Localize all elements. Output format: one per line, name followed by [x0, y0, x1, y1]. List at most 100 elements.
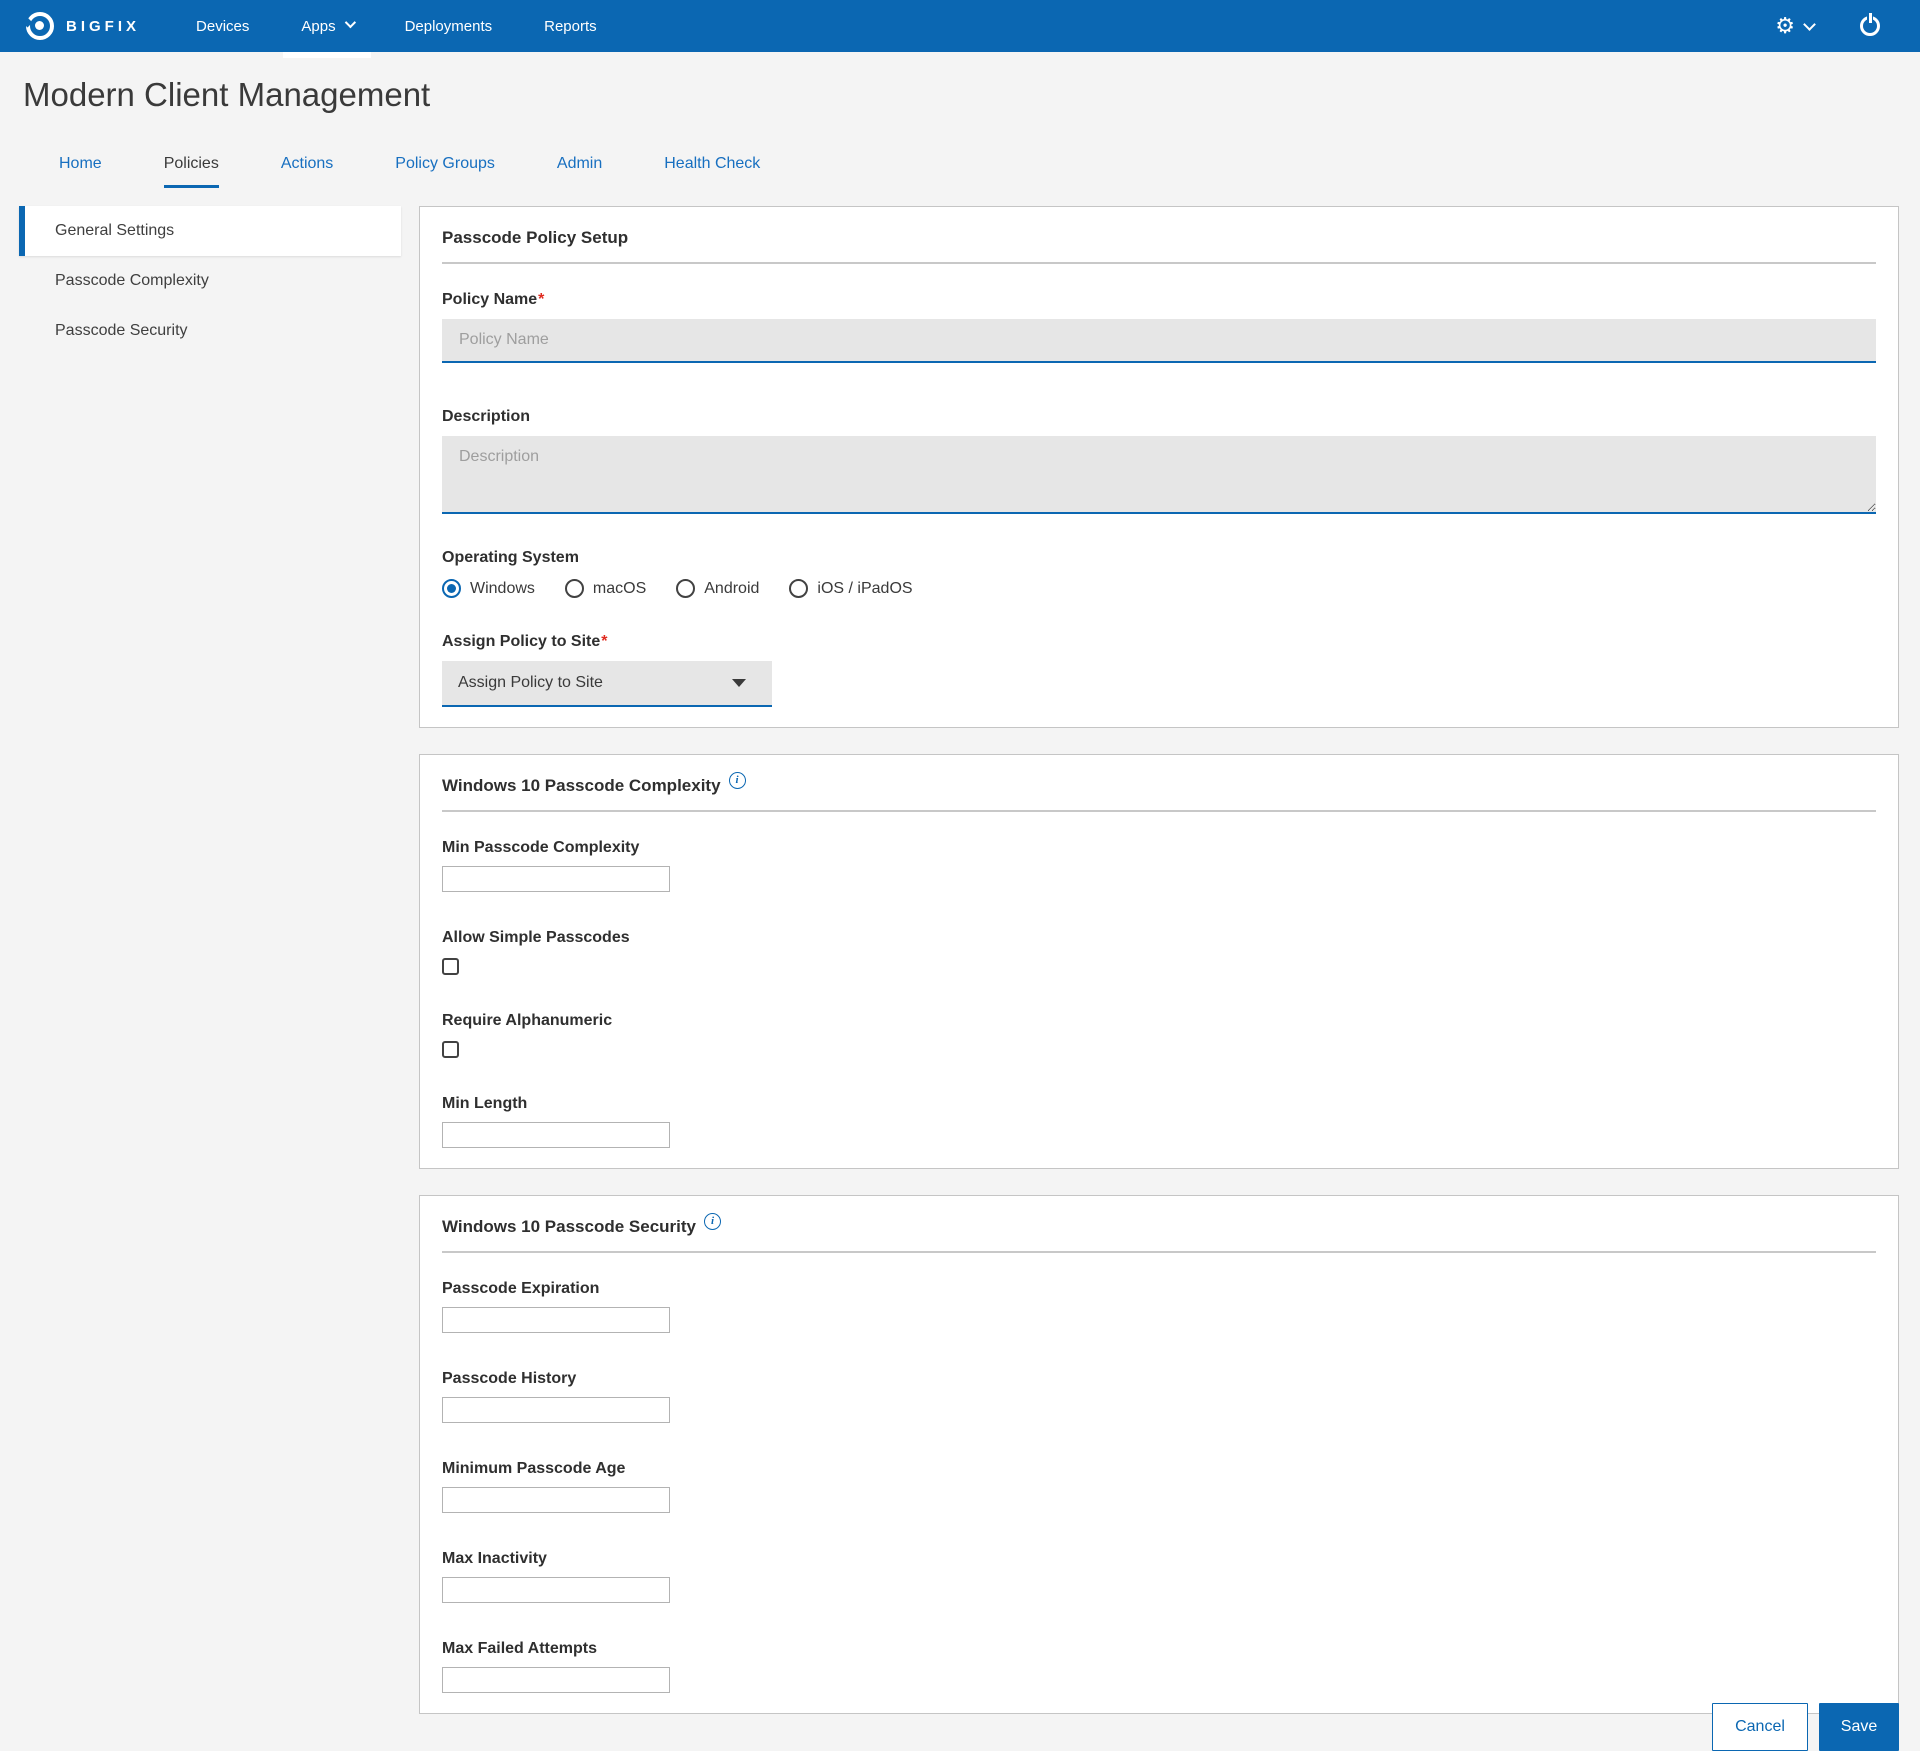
radio-icon-ios-ipados: [789, 579, 808, 598]
sidebar: General SettingsPasscode ComplexityPassc…: [19, 206, 401, 356]
policy-name-input[interactable]: [442, 319, 1876, 363]
allow-simple-passcodes-checkbox[interactable]: [442, 958, 459, 975]
policy-name-label: Policy Name*: [442, 290, 1876, 309]
bigfix-logo-icon: [26, 12, 54, 40]
radio-option-macos[interactable]: macOS: [565, 579, 646, 598]
nav-item-deployments[interactable]: Deployments: [379, 0, 519, 52]
min-length-label: Min Length: [442, 1094, 1876, 1113]
field-group-min-passcode-complexity: Min Passcode Complexity: [442, 838, 1876, 892]
footer-bar: [0, 1751, 1920, 1762]
settings-menu-button[interactable]: ⚙: [1775, 15, 1814, 37]
minimum-passcode-age-input[interactable]: [442, 1487, 670, 1513]
passcode-policy-setup-panel: Passcode Policy Setup Policy Name* Descr…: [419, 206, 1899, 728]
radio-label-windows: Windows: [470, 580, 535, 598]
tab-home[interactable]: Home: [59, 154, 102, 188]
radio-option-windows[interactable]: Windows: [442, 579, 535, 598]
passcode-history-label: Passcode History: [442, 1369, 1876, 1388]
cancel-button[interactable]: Cancel: [1712, 1703, 1808, 1751]
nav-item-devices[interactable]: Devices: [170, 0, 275, 52]
field-group-require-alphanumeric: Require Alphanumeric: [442, 1011, 1876, 1058]
operating-system-label: Operating System: [442, 548, 1876, 567]
tab-admin[interactable]: Admin: [557, 154, 602, 188]
nav-item-apps[interactable]: Apps: [275, 0, 378, 52]
complexity-section-title-text: Windows 10 Passcode Complexity: [442, 775, 721, 796]
max-inactivity-label: Max Inactivity: [442, 1549, 1876, 1568]
field-group-max-inactivity: Max Inactivity: [442, 1549, 1876, 1603]
radio-icon-windows: [442, 579, 461, 598]
max-inactivity-input[interactable]: [442, 1577, 670, 1603]
section-divider: [442, 810, 1876, 812]
chevron-down-icon: [1803, 18, 1816, 31]
radio-icon-android: [676, 579, 695, 598]
info-icon[interactable]: i: [704, 1213, 721, 1230]
min-passcode-complexity-label: Min Passcode Complexity: [442, 838, 1876, 857]
min-length-input[interactable]: [442, 1122, 670, 1148]
section-divider: [442, 1251, 1876, 1253]
sidebar-item-passcode-complexity[interactable]: Passcode Complexity: [19, 256, 401, 306]
field-group-allow-simple-passcodes: Allow Simple Passcodes: [442, 928, 1876, 975]
passcode-expiration-input[interactable]: [442, 1307, 670, 1333]
complexity-section-title: Windows 10 Passcode Complexity i: [442, 775, 1876, 796]
max-failed-attempts-input[interactable]: [442, 1667, 670, 1693]
passcode-security-panel: Windows 10 Passcode Security i Passcode …: [419, 1195, 1899, 1714]
sidebar-item-passcode-security[interactable]: Passcode Security: [19, 306, 401, 356]
require-alphanumeric-checkbox[interactable]: [442, 1041, 459, 1058]
main-layout: General SettingsPasscode ComplexityPassc…: [0, 206, 1920, 1740]
brand-text: BIGFIX: [66, 18, 140, 35]
assign-policy-to-site-select[interactable]: Assign Policy to Site: [442, 661, 772, 707]
page-title: Modern Client Management: [23, 76, 1920, 114]
allow-simple-passcodes-label: Allow Simple Passcodes: [442, 928, 1876, 947]
tab-policy-groups[interactable]: Policy Groups: [395, 154, 495, 188]
footer-actions: Cancel Save: [1712, 1703, 1899, 1751]
min-passcode-complexity-input[interactable]: [442, 866, 670, 892]
save-button[interactable]: Save: [1819, 1703, 1899, 1751]
tab-bar: Home Policies Actions Policy Groups Admin Hea…: [59, 154, 1920, 188]
gear-icon: ⚙: [1775, 15, 1795, 37]
field-group-max-failed-attempts: Max Failed Attempts: [442, 1639, 1876, 1693]
chevron-down-icon: [344, 17, 355, 28]
power-icon[interactable]: [1860, 16, 1880, 36]
field-group-minimum-passcode-age: Minimum Passcode Age: [442, 1459, 1876, 1513]
required-marker: *: [538, 291, 544, 308]
minimum-passcode-age-label: Minimum Passcode Age: [442, 1459, 1876, 1478]
radio-label-macos: macOS: [593, 580, 646, 598]
setup-section-title: Passcode Policy Setup: [442, 227, 1876, 248]
description-label: Description: [442, 407, 1876, 426]
radio-option-android[interactable]: Android: [676, 579, 759, 598]
info-icon[interactable]: i: [729, 772, 746, 789]
primary-nav: DevicesAppsDeploymentsReports: [170, 0, 623, 52]
security-section-title-text: Windows 10 Passcode Security: [442, 1216, 696, 1237]
brand: BIGFIX: [26, 12, 140, 40]
required-marker: *: [601, 633, 607, 650]
nav-right: ⚙: [1775, 15, 1894, 37]
field-group-passcode-history: Passcode History: [442, 1369, 1876, 1423]
tab-health-check[interactable]: Health Check: [664, 154, 760, 188]
security-section-title: Windows 10 Passcode Security i: [442, 1216, 1876, 1237]
radio-option-ios-ipados[interactable]: iOS / iPadOS: [789, 579, 912, 598]
top-nav: BIGFIX DevicesAppsDeploymentsReports ⚙: [0, 0, 1920, 52]
tab-actions[interactable]: Actions: [281, 154, 333, 188]
assign-policy-to-site-label: Assign Policy to Site*: [442, 632, 1876, 651]
passcode-complexity-panel: Windows 10 Passcode Complexity i Min Pas…: [419, 754, 1899, 1169]
setup-section-title-text: Passcode Policy Setup: [442, 227, 628, 248]
max-failed-attempts-label: Max Failed Attempts: [442, 1639, 1876, 1658]
radio-label-android: Android: [704, 580, 759, 598]
field-group-passcode-expiration: Passcode Expiration: [442, 1279, 1876, 1333]
require-alphanumeric-label: Require Alphanumeric: [442, 1011, 1876, 1030]
tab-policies[interactable]: Policies: [164, 154, 219, 188]
complexity-fields: Min Passcode Complexity Allow Simple Pass…: [442, 838, 1876, 1148]
radio-icon-macos: [565, 579, 584, 598]
passcode-expiration-label: Passcode Expiration: [442, 1279, 1876, 1298]
assign-policy-to-site-selected-value: Assign Policy to Site: [458, 674, 603, 692]
section-divider: [442, 262, 1876, 264]
nav-item-reports[interactable]: Reports: [518, 0, 623, 52]
passcode-history-input[interactable]: [442, 1397, 670, 1423]
dropdown-caret-icon: [732, 679, 746, 687]
description-textarea[interactable]: [442, 436, 1876, 514]
operating-system-radio-group: Windows macOS Android iOS / iPadOS: [442, 579, 1876, 598]
field-group-min-length: Min Length: [442, 1094, 1876, 1148]
radio-label-ios-ipados: iOS / iPadOS: [817, 580, 912, 598]
content-area: Passcode Policy Setup Policy Name* Descr…: [419, 206, 1899, 1740]
security-fields: Passcode Expiration Passcode History Minim…: [442, 1279, 1876, 1693]
sidebar-item-general-settings[interactable]: General Settings: [19, 206, 401, 256]
